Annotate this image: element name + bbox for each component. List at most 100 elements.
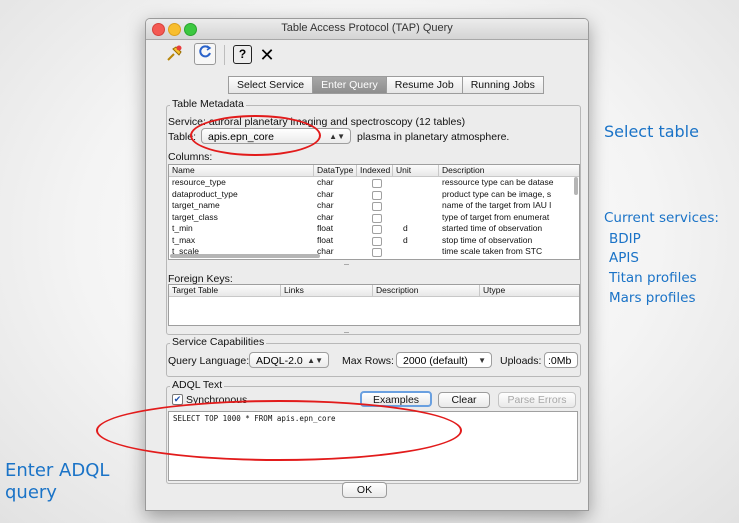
cell-datatype: char	[317, 177, 334, 187]
table-row[interactable]: t_min float d started time of observation	[169, 223, 579, 235]
query-language-label: Query Language:	[168, 355, 250, 367]
adql-query-textarea[interactable]: SELECT TOP 1000 * FROM apis.epn_core	[168, 411, 578, 481]
cell-unit	[393, 212, 439, 224]
window-title: Table Access Protocol (TAP) Query	[281, 22, 453, 34]
cell-unit	[393, 189, 439, 201]
cell-unit: d	[403, 234, 408, 245]
cell-datatype: char	[317, 246, 334, 256]
tab-select-service[interactable]: Select Service	[228, 76, 314, 94]
chevron-updown-icon: ▲▼	[307, 356, 323, 365]
cell-description: product type can be image, s	[442, 188, 552, 199]
tab-bar: Select Service Enter Query Resume Job Ru…	[228, 76, 544, 94]
indexed-checkbox	[371, 179, 382, 188]
cell-description: started time of observation	[442, 223, 543, 233]
pin-icon[interactable]	[164, 43, 186, 65]
title-bar: Table Access Protocol (TAP) Query	[146, 19, 588, 40]
help-icon[interactable]: ?	[233, 45, 252, 64]
max-rows-label: Max Rows:	[342, 355, 394, 367]
uploads-value: :0Mb	[548, 355, 572, 367]
parse-errors-button[interactable]: Parse Errors	[498, 392, 576, 408]
indexed-checkbox	[371, 213, 382, 223]
examples-button[interactable]: Examples	[360, 391, 432, 407]
indexed-checkbox	[371, 202, 382, 211]
tap-query-window: Table Access Protocol (TAP) Query ? ✕ Se…	[145, 18, 589, 511]
table-label: Table:	[168, 131, 197, 143]
cell-datatype: float	[317, 223, 334, 233]
table-row[interactable]: target_class char type of target from enum…	[169, 212, 579, 224]
indexed-checkbox	[371, 190, 382, 200]
indexed-checkbox	[371, 236, 382, 246]
columns-horizontal-scrollbar[interactable]	[170, 254, 320, 258]
columns-table-body: resource_type char ressource type can be d…	[169, 177, 579, 258]
adql-text-label: ADQL Text	[170, 379, 225, 391]
toolbar: ? ✕	[146, 39, 588, 71]
cell-description: type of target from enumerat	[442, 211, 550, 222]
annotation-select-table: Select table	[604, 122, 699, 141]
annotation-service-3: Titan profiles	[609, 270, 697, 286]
fk-header-utype[interactable]: Utype	[480, 285, 575, 296]
cell-name: target_name	[172, 200, 220, 210]
columns-vertical-scrollbar[interactable]	[574, 177, 578, 195]
col-header-description[interactable]: Description	[439, 165, 567, 176]
table-select[interactable]: apis.epn_core ▲▼	[201, 128, 351, 144]
fk-header-description[interactable]: Description	[373, 285, 480, 296]
cell-name: resource_type	[172, 177, 226, 187]
cell-name: t_max	[172, 234, 196, 245]
cell-description: ressource type can be datase	[442, 177, 554, 187]
table-select-value: apis.epn_core	[208, 131, 274, 143]
fk-table-header: Target Table Links Description Utype	[169, 285, 579, 297]
refresh-icon[interactable]	[194, 43, 216, 65]
table-metadata-label: Table Metadata	[170, 98, 246, 110]
synchronous-checkbox[interactable]: ✔	[172, 394, 183, 405]
cell-indexed	[357, 212, 393, 224]
col-header-unit[interactable]: Unit	[393, 165, 439, 176]
cell-unit	[393, 200, 439, 212]
cell-name: t_min	[172, 223, 193, 233]
cell-indexed	[357, 177, 393, 189]
col-header-name[interactable]: Name	[169, 165, 314, 176]
cell-indexed	[357, 246, 393, 258]
max-rows-select[interactable]: 2000 (default) ▼	[396, 352, 492, 368]
table-row[interactable]: resource_type char ressource type can be d…	[169, 177, 579, 189]
close-icon[interactable]: ✕	[256, 44, 278, 66]
annotation-service-2: APIS	[609, 250, 639, 266]
clear-button[interactable]: Clear	[438, 392, 490, 408]
query-language-select[interactable]: ADQL-2.0 ▲▼	[249, 352, 329, 368]
splitter-handle-2[interactable]	[344, 332, 349, 336]
uploads-field[interactable]: :0Mb	[544, 352, 578, 368]
columns-label: Columns:	[168, 151, 213, 163]
annotation-service-1: BDIP	[609, 231, 641, 247]
cell-datatype: char	[317, 211, 334, 222]
annotation-enter-adql: Enter ADQL query	[5, 460, 109, 504]
tab-resume-job[interactable]: Resume Job	[385, 76, 463, 94]
cell-name: target_class	[172, 211, 218, 222]
cell-indexed	[357, 189, 393, 201]
table-row[interactable]: dataproduct_type char product type can be …	[169, 189, 579, 201]
fk-header-links[interactable]: Links	[281, 285, 373, 296]
synchronous-label: Synchronous	[186, 394, 248, 406]
table-row[interactable]: target_name char name of the target from I…	[169, 200, 579, 212]
cell-indexed	[357, 235, 393, 247]
cell-unit: d	[403, 223, 408, 233]
col-header-indexed[interactable]: Indexed	[357, 165, 393, 176]
cell-datatype: float	[317, 234, 334, 245]
cell-indexed	[357, 223, 393, 235]
max-rows-value: 2000 (default)	[403, 355, 468, 367]
table-row[interactable]: t_max float d stop time of observation	[169, 235, 579, 247]
cell-name: dataproduct_type	[172, 188, 238, 199]
cell-description: name of the target from IAU l	[442, 200, 552, 210]
ok-button[interactable]: OK	[342, 482, 387, 498]
cell-description: stop time of observation	[442, 234, 533, 245]
tab-enter-query[interactable]: Enter Query	[312, 76, 387, 94]
tab-running-jobs[interactable]: Running Jobs	[461, 76, 544, 94]
fk-header-target-table[interactable]: Target Table	[169, 285, 281, 296]
annotation-current-services: Current services:	[604, 210, 719, 226]
columns-table-header: Name DataType Indexed Unit Description	[169, 165, 579, 177]
cell-datatype: char	[317, 188, 334, 199]
col-header-datatype[interactable]: DataType	[314, 165, 357, 176]
cell-datatype: char	[317, 200, 334, 210]
columns-table: Name DataType Indexed Unit Description r…	[168, 164, 580, 260]
splitter-handle[interactable]	[344, 264, 349, 268]
annotation-enter-adql-line2: query	[5, 482, 57, 503]
cell-indexed	[357, 200, 393, 212]
